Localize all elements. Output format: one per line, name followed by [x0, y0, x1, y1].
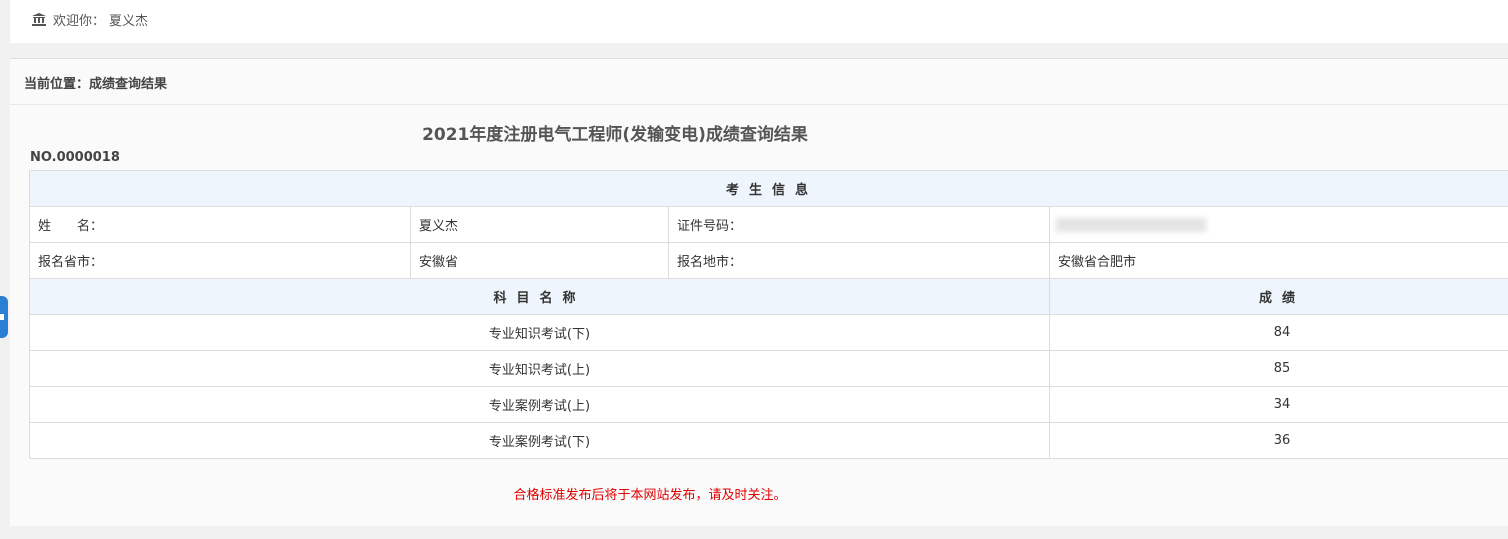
result-table: 考生信息 姓 名： 夏义杰 证件号码： 报名省市： 安徽省 报名地市： 安徽省合…: [28, 170, 1508, 459]
province-value: 安徽省: [410, 242, 669, 279]
top-bar: 欢迎你： 夏义杰: [10, 0, 1508, 43]
bank-icon: [32, 13, 46, 26]
breadcrumb: 当前位置：成绩查询结果: [24, 77, 168, 92]
id-label: 证件号码：: [668, 206, 1050, 243]
redacted-id: [1056, 217, 1206, 232]
side-toggle-icon[interactable]: [0, 296, 8, 338]
welcome-label: 欢迎你：: [53, 14, 106, 29]
subject-name: 专业知识考试(上): [29, 350, 1050, 387]
notice-text: 合格标准发布后将于本网站发布，请及时关注。: [513, 488, 787, 503]
city-label: 报名地市：: [668, 242, 1050, 279]
table-row: 专业案例考试(下) 36: [29, 422, 1508, 459]
table-row: 专业知识考试(下) 84: [29, 314, 1508, 351]
province-label: 报名省市：: [29, 242, 411, 279]
name-label: 姓 名：: [29, 206, 411, 243]
subject-name: 专业知识考试(下): [29, 314, 1050, 351]
candidate-info-title: 考生信息: [28, 170, 1508, 207]
score-header-row: 科目名称 成绩: [29, 278, 1508, 315]
id-value: [1048, 206, 1508, 243]
welcome-user-name: 夏义杰: [109, 14, 149, 29]
subject-name: 专业案例考试(下): [29, 422, 1050, 459]
welcome-message: 欢迎你： 夏义杰: [32, 10, 148, 29]
page-title: 2021年度注册电气工程师(发输变电)成绩查询结果: [422, 125, 808, 145]
name-value: 夏义杰: [410, 206, 669, 243]
table-row: 专业知识考试(上) 85: [29, 350, 1508, 387]
table-row: 专业案例考试(上) 34: [29, 386, 1508, 423]
score-header: 成绩: [1048, 278, 1508, 315]
score-value: 34: [1048, 386, 1508, 423]
subject-name: 专业案例考试(上): [29, 386, 1050, 423]
table-row: 姓 名： 夏义杰 证件号码：: [29, 206, 1508, 243]
subject-header: 科目名称: [29, 278, 1050, 315]
candidate-info-header-row: 考生信息: [28, 170, 1508, 207]
certificate-number: NO.0000018: [30, 150, 120, 165]
score-value: 84: [1048, 314, 1508, 351]
score-value: 36: [1048, 422, 1508, 459]
score-value: 85: [1048, 350, 1508, 387]
table-row: 报名省市： 安徽省 报名地市： 安徽省合肥市: [29, 242, 1508, 279]
panel-header: 当前位置：成绩查询结果: [10, 58, 1508, 105]
city-value: 安徽省合肥市: [1048, 242, 1508, 279]
